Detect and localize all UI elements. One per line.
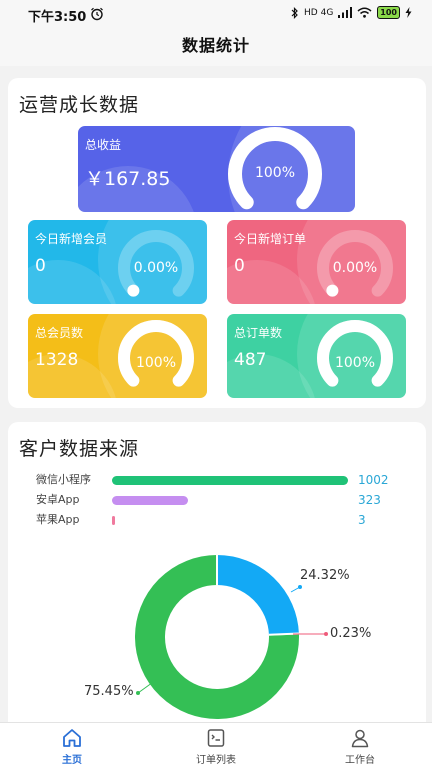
today-members-tile[interactable]: 今日新增会员 0 0.00%	[28, 220, 207, 304]
today-orders-tile[interactable]: 今日新增订单 0 0.00%	[227, 220, 406, 304]
bluetooth-icon	[291, 6, 298, 19]
wifi-icon	[357, 7, 372, 18]
bar-row-wechat: 微信小程序 1002	[36, 472, 416, 488]
bar-fill	[112, 496, 189, 505]
source-title: 客户数据来源	[19, 438, 140, 460]
total-members-tile[interactable]: 总会员数 1328 100%	[28, 314, 207, 398]
home-icon	[63, 729, 81, 747]
growth-title: 运营成长数据	[19, 94, 140, 116]
tab-label: 订单列表	[196, 755, 236, 766]
gauge-start-dot	[326, 284, 339, 297]
alarm-icon	[91, 7, 103, 21]
leader-dot	[298, 585, 302, 589]
bar-label: 安卓App	[36, 493, 80, 506]
total-revenue-tile[interactable]: 总收益 ￥167.85 100%	[78, 126, 355, 212]
battery-icon: 100	[377, 6, 400, 19]
today-orders-percent: 0.00%	[332, 260, 378, 276]
bar-fill	[112, 476, 348, 485]
tab-workbench[interactable]: 工作台	[310, 727, 410, 766]
bar-row-android: 安卓App 323	[36, 492, 416, 508]
gauge-fill	[118, 320, 194, 387]
gauge-fill	[317, 320, 393, 387]
signal-icon	[338, 7, 353, 18]
network-label: HD 4G	[304, 7, 334, 18]
source-card: 客户数据来源 微信小程序 1002 安卓App 323 苹果App 3 24.3…	[8, 422, 426, 732]
total-members-percent: 100%	[135, 355, 177, 371]
status-indicators: HD 4G 100	[291, 6, 412, 19]
donut-label-ios: 0.23%	[330, 626, 372, 641]
leader-dot	[324, 632, 328, 636]
tab-order-list[interactable]: 订单列表	[166, 727, 266, 766]
bar-row-ios: 苹果App 3	[36, 512, 416, 528]
total-orders-tile[interactable]: 总订单数 487 100%	[227, 314, 406, 398]
bar-value: 1002	[358, 473, 389, 487]
bar-label: 苹果App	[36, 513, 80, 526]
tab-label: 主页	[62, 755, 82, 766]
bar-value: 323	[358, 493, 381, 507]
tab-home[interactable]: 主页	[22, 727, 122, 766]
today-members-percent: 0.00%	[133, 260, 179, 276]
bar-label: 微信小程序	[36, 473, 91, 486]
status-time: 下午3:50	[28, 10, 87, 25]
total-orders-percent: 100%	[334, 355, 376, 371]
donut-label-wechat: 75.45%	[84, 684, 134, 699]
bar-fill	[112, 516, 115, 525]
tab-bar: 主页 订单列表 工作台	[0, 722, 432, 768]
total-revenue-percent: 100%	[254, 165, 296, 181]
donut-slice-android	[216, 555, 299, 636]
total-revenue-gauge	[228, 127, 322, 210]
leader-dot	[136, 691, 140, 695]
order-list-icon	[207, 729, 225, 747]
source-donut-chart	[135, 555, 328, 719]
nav-bar: 数据统计	[0, 28, 432, 66]
status-bar: 下午3:50 HD 4G 100	[0, 0, 432, 28]
bar-value: 3	[358, 513, 366, 527]
page-title: 数据统计	[181, 36, 250, 55]
gauge-start-dot	[127, 284, 140, 297]
user-icon	[351, 729, 369, 748]
tab-label: 工作台	[345, 755, 375, 766]
donut-label-android: 24.32%	[300, 568, 350, 583]
growth-card: 运营成长数据 总收益 ￥167.85 100% 今日新增会员 0 0.00% 今…	[8, 78, 426, 408]
charging-icon	[405, 7, 412, 18]
